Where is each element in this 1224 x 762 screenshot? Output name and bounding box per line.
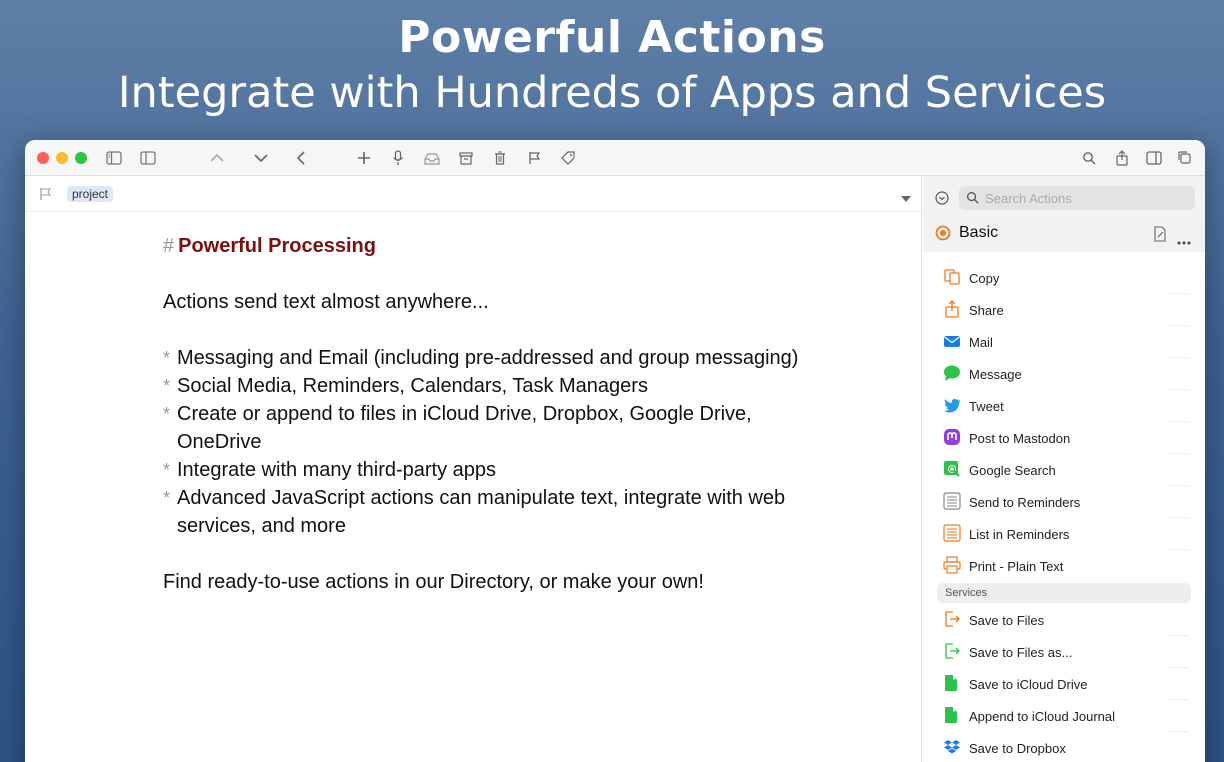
mail-icon xyxy=(943,332,961,350)
action-save-dropbox[interactable]: Save to Dropbox xyxy=(923,732,1205,762)
share-icon xyxy=(943,300,961,318)
toolbar xyxy=(25,140,1205,176)
heading-text: Powerful Processing xyxy=(178,235,376,257)
actions-list: Copy Share Mail Message Tweet Post to Ma… xyxy=(923,252,1205,762)
new-draft-icon[interactable] xyxy=(354,148,374,168)
inbox-icon[interactable] xyxy=(422,148,442,168)
heading-hash: # xyxy=(163,235,175,257)
collapse-circle-icon[interactable] xyxy=(935,191,949,210)
sidebar-toggle-icon[interactable] xyxy=(104,148,124,168)
group-target-icon xyxy=(935,225,951,246)
microphone-icon[interactable] xyxy=(388,148,408,168)
bullet-marker: * xyxy=(163,404,171,424)
editor[interactable]: project # Powerful Processing Actions sen… xyxy=(25,176,922,762)
action-message[interactable]: Message xyxy=(923,358,1205,390)
mastodon-icon xyxy=(943,428,961,446)
print-icon xyxy=(943,556,961,574)
drafts-list-toggle-icon[interactable] xyxy=(138,148,158,168)
twitter-icon xyxy=(943,396,961,414)
search-actions-field[interactable]: Search Actions xyxy=(959,186,1195,210)
action-append-icloud-journal[interactable]: Append to iCloud Journal xyxy=(923,700,1205,732)
action-group-title: Basic xyxy=(959,224,999,241)
bullet-item: * Messaging and Email (including pre-addr… xyxy=(163,344,803,372)
reminders-icon xyxy=(943,492,961,510)
draft-content[interactable]: # Powerful Processing Actions send text a… xyxy=(163,232,803,596)
bullet-marker: * xyxy=(163,348,171,368)
action-send-reminders[interactable]: Send to Reminders xyxy=(923,486,1205,518)
bullet-item: * Advanced JavaScript actions can manipul… xyxy=(163,484,803,540)
action-mail[interactable]: Mail xyxy=(923,326,1205,358)
minimize-window-button[interactable] xyxy=(56,152,68,164)
bullet-item: * Integrate with many third-party apps xyxy=(163,456,803,484)
search-icon xyxy=(966,191,979,209)
windows-icon[interactable] xyxy=(1175,148,1195,168)
action-save-to-files-as[interactable]: Save to Files as... xyxy=(923,636,1205,668)
action-print-plain-text[interactable]: Print - Plain Text xyxy=(923,550,1205,582)
action-copy[interactable]: Copy xyxy=(923,262,1205,294)
bullet-item: * Social Media, Reminders, Calendars, Tas… xyxy=(163,372,803,400)
more-options-icon[interactable] xyxy=(1177,232,1191,250)
tag-bar: project xyxy=(25,176,921,212)
promo-title: Powerful Actions xyxy=(398,12,826,63)
archive-icon[interactable] xyxy=(456,148,476,168)
action-share[interactable]: Share xyxy=(923,294,1205,326)
close-window-button[interactable] xyxy=(37,152,49,164)
bullet-marker: * xyxy=(163,376,171,396)
bullet-list: * Messaging and Email (including pre-addr… xyxy=(163,344,803,540)
google-search-icon xyxy=(943,460,961,478)
chevron-up-icon[interactable] xyxy=(207,148,227,168)
reminders-list-icon xyxy=(943,524,961,542)
bullet-marker: * xyxy=(163,488,171,508)
message-icon xyxy=(943,364,961,382)
intro-text: Actions send text almost anywhere... xyxy=(163,291,489,313)
flag-icon[interactable] xyxy=(524,148,544,168)
action-google-search[interactable]: Google Search xyxy=(923,454,1205,486)
promo-subtitle: Integrate with Hundreds of Apps and Serv… xyxy=(117,68,1107,118)
section-header-services: Services xyxy=(937,583,1191,603)
icloud-drive-icon xyxy=(943,674,961,692)
draft-heading: # Powerful Processing xyxy=(163,232,803,260)
action-list-reminders[interactable]: List in Reminders xyxy=(923,518,1205,550)
bullet-item: * Create or append to files in iCloud Dri… xyxy=(163,400,803,456)
search-icon[interactable] xyxy=(1079,148,1099,168)
icloud-journal-icon xyxy=(943,706,961,724)
action-panel-toggle-icon[interactable] xyxy=(1144,148,1164,168)
tag-icon[interactable] xyxy=(558,148,578,168)
app-window: project # Powerful Processing Actions sen… xyxy=(25,140,1205,762)
tag-chip[interactable]: project xyxy=(67,186,114,202)
flag-outline-icon[interactable] xyxy=(39,187,52,206)
action-save-icloud-drive[interactable]: Save to iCloud Drive xyxy=(923,668,1205,700)
dropbox-icon xyxy=(943,738,961,756)
action-tweet[interactable]: Tweet xyxy=(923,390,1205,422)
bullet-marker: * xyxy=(163,460,171,480)
copy-icon xyxy=(943,268,961,286)
save-files-as-icon xyxy=(943,642,961,660)
edit-group-icon[interactable] xyxy=(1153,226,1167,247)
dropdown-triangle-icon[interactable] xyxy=(900,190,912,208)
save-files-icon xyxy=(943,610,961,628)
search-actions-placeholder: Search Actions xyxy=(985,191,1072,206)
outro-text: Find ready-to-use actions in our Directo… xyxy=(163,571,704,593)
trash-icon[interactable] xyxy=(490,148,510,168)
action-save-to-files[interactable]: Save to Files xyxy=(923,604,1205,636)
back-icon[interactable] xyxy=(291,148,311,168)
zoom-window-button[interactable] xyxy=(75,152,87,164)
action-panel: Search Actions Basic Copy Share Mail Mes… xyxy=(923,176,1205,762)
action-group-header[interactable]: Basic xyxy=(923,216,1205,252)
chevron-down-icon[interactable] xyxy=(251,148,271,168)
share-icon[interactable] xyxy=(1112,148,1132,168)
action-post-mastodon[interactable]: Post to Mastodon xyxy=(923,422,1205,454)
